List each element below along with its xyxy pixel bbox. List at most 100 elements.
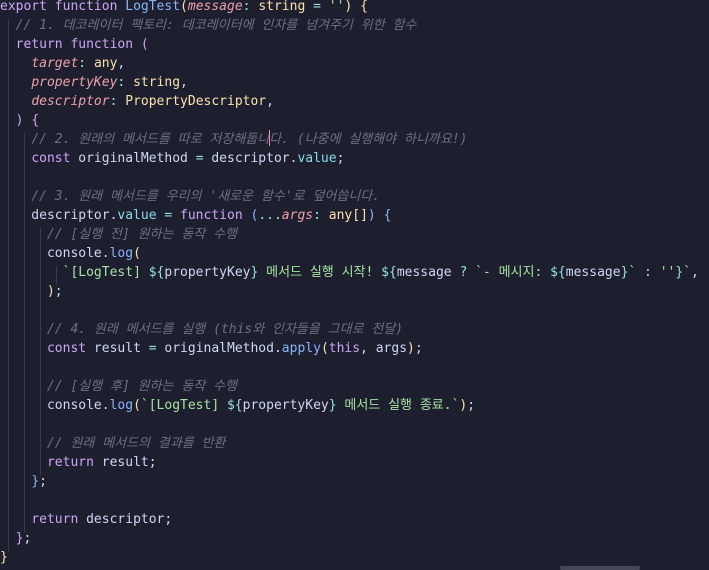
code-line[interactable]: target: any, [0, 54, 125, 73]
code-token: return [46, 455, 94, 470]
code-line[interactable]: console.log(`[LogTest] ${propertyKey} 메서… [0, 396, 475, 415]
code-token: ( [140, 37, 149, 52]
code-token: } [675, 265, 684, 280]
code-token: // [실행 후] 원하는 동작 수행 [46, 379, 238, 394]
code-token: function [54, 0, 118, 14]
code-token: // 2. 원래의 메서드를 따로 저장해둡니 [31, 132, 270, 147]
code-token: ( [180, 0, 188, 14]
code-token: ( [320, 341, 329, 356]
code-token: ; [23, 531, 32, 546]
code-token: : [313, 208, 321, 223]
code-token: result; [93, 455, 157, 470]
code-token: , args [360, 341, 408, 356]
code-token: '' [659, 265, 676, 280]
code-token: // [실행 전] 원하는 동작 수행 [46, 227, 238, 242]
code-token: message [396, 265, 460, 280]
code-token: ; [336, 151, 345, 166]
code-token: apply [281, 341, 321, 356]
code-line[interactable]: const result = originalMethod.apply(this… [0, 339, 423, 358]
code-token: // 3. 원래 메서드를 우리의 '새로운 함수'로 덮어씁니다. [31, 189, 381, 204]
code-line[interactable]: // 3. 원래 메서드를 우리의 '새로운 함수'로 덮어씁니다. [0, 187, 380, 206]
code-token: message [187, 0, 243, 14]
code-token: string [258, 0, 306, 14]
code-line[interactable]: // [실행 후] 원하는 동작 수행 [0, 377, 237, 396]
code-token: log [109, 398, 134, 413]
code-token: LogTest [125, 0, 181, 14]
code-token: return [15, 37, 63, 52]
code-token: ; [414, 341, 423, 356]
code-line[interactable]: `[LogTest] ${propertyKey} 메서드 실행 시작! ${m… [0, 263, 699, 282]
code-token: ${ [148, 265, 165, 280]
code-token: : [78, 56, 87, 71]
code-token: originalMethod [70, 151, 196, 166]
code-token: , [691, 265, 699, 280]
code-token: log [109, 246, 134, 261]
code-line[interactable]: // 원래 메서드의 결과를 반환 [0, 434, 226, 453]
code-token: ) [367, 208, 376, 223]
code-token: any [93, 56, 118, 71]
code-token: = [148, 341, 157, 356]
code-token: [] [352, 208, 368, 223]
code-token: propertyKey [31, 75, 118, 90]
code-token: message [565, 265, 621, 280]
code-token: } [328, 398, 337, 413]
code-line[interactable]: ); [0, 282, 63, 301]
code-token: ) [407, 341, 415, 356]
code-token: `[LogTest] [62, 265, 149, 280]
code-line[interactable]: propertyKey: string, [0, 73, 188, 92]
code-line[interactable]: // 2. 원래의 메서드를 따로 저장해둡니다. (나중에 실행해야 하니까요… [0, 130, 468, 149]
code-token: ${ [550, 265, 566, 280]
code-token: const [31, 151, 71, 166]
code-token: const [46, 341, 87, 356]
code-token: value [297, 151, 337, 166]
code-line[interactable]: console.log( [0, 244, 141, 263]
code-token: } [0, 550, 8, 565]
code-line[interactable]: // [실행 전] 원하는 동작 수행 [0, 225, 237, 244]
code-token: ( [133, 246, 141, 261]
code-token: { [360, 0, 368, 14]
code-line[interactable]: descriptor: PropertyDescriptor, [0, 92, 274, 111]
code-line[interactable]: return result; [0, 453, 157, 472]
code-token: export [0, 0, 47, 14]
code-line[interactable]: }; [0, 472, 47, 491]
code-line[interactable]: descriptor.value = function (...args: an… [0, 206, 391, 225]
code-token: ${ [381, 265, 397, 280]
code-token: ) [46, 284, 55, 299]
code-token: : [242, 0, 251, 14]
code-line[interactable]: } [0, 548, 8, 567]
code-line[interactable]: ) { [0, 111, 39, 130]
code-line[interactable]: const originalMethod = descriptor.value; [0, 149, 344, 168]
code-line[interactable]: export function LogTest(message: string … [0, 0, 368, 16]
code-token: `[LogTest] [140, 398, 227, 413]
code-token: // 4. 원래 메서드를 실행 (this와 인자들을 그대로 전달) [46, 322, 404, 337]
code-line[interactable]: return function ( [0, 35, 149, 54]
code-token: function [70, 37, 134, 52]
code-line[interactable]: }; [0, 529, 32, 548]
code-editor[interactable]: export function LogTest(message: string … [0, 0, 709, 570]
code-token: { [31, 113, 40, 128]
code-token: console. [0, 398, 110, 413]
code-token: originalMethod. [156, 341, 282, 356]
code-token: ; [54, 284, 63, 299]
code-line[interactable]: return descriptor; [0, 510, 172, 529]
horizontal-scrollbar[interactable] [560, 566, 640, 570]
code-line[interactable]: // 1. 데코레이터 팩토리: 데코레이터에 인자를 넘겨주기 위한 함수 [0, 16, 417, 35]
code-line[interactable]: // 4. 원래 메서드를 실행 (this와 인자들을 그대로 전달) [0, 320, 403, 339]
